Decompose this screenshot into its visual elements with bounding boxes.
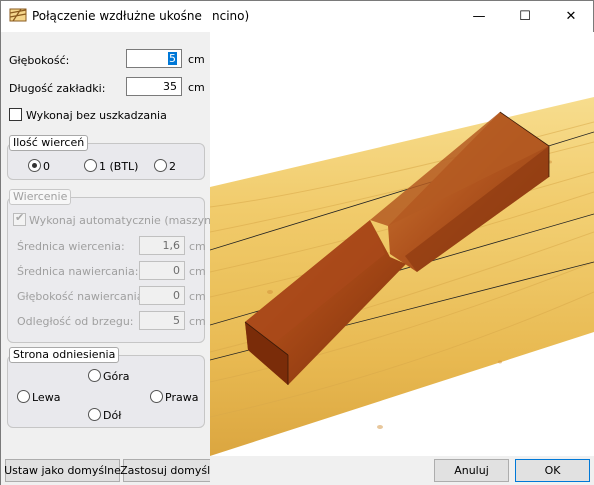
title-bar: Połączenie wzdłużne ukośne ncino) — ☐ ✕ bbox=[1, 1, 593, 32]
minimize-icon: — bbox=[472, 9, 486, 24]
close-button[interactable]: ✕ bbox=[548, 1, 594, 32]
reference-top-radio[interactable] bbox=[88, 369, 101, 382]
no-damage-label: Wykonaj bez uszkadzania bbox=[26, 109, 167, 122]
close-icon: ✕ bbox=[565, 9, 577, 24]
edge-distance-input[interactable]: 5 bbox=[139, 311, 185, 330]
parameters-panel: Głębokość: 5 cm Długość zakładki: 35 cm … bbox=[1, 32, 224, 485]
counterbore-depth-label: Głębokość nawiercania: bbox=[17, 290, 148, 303]
reference-right-radio[interactable] bbox=[150, 390, 163, 403]
drill-count-label-2: 2 bbox=[169, 160, 176, 173]
ok-button[interactable]: OK bbox=[515, 459, 590, 482]
no-damage-checkbox[interactable] bbox=[9, 108, 22, 121]
drill-count-radio-1[interactable] bbox=[84, 159, 97, 172]
drill-count-radio-0[interactable] bbox=[28, 159, 41, 172]
cancel-button[interactable]: Anuluj bbox=[434, 459, 509, 482]
depth-unit: cm bbox=[188, 53, 205, 66]
bottom-button-bar: Anuluj OK bbox=[210, 456, 594, 485]
drill-count-label-1: 1 (BTL) bbox=[99, 160, 139, 173]
depth-input[interactable]: 5 bbox=[126, 49, 182, 68]
drill-count-label-0: 0 bbox=[43, 160, 50, 173]
maximize-button[interactable]: ☐ bbox=[502, 1, 548, 32]
check-icon: ✔ bbox=[15, 211, 25, 224]
drill-count-title: Ilość wierceń bbox=[9, 135, 89, 151]
auto-drill-checkbox[interactable]: ✔ bbox=[13, 211, 26, 226]
maximize-icon: ☐ bbox=[519, 9, 531, 24]
reference-left-label: Lewa bbox=[32, 391, 61, 404]
window-title: Połączenie wzdłużne ukośne bbox=[32, 9, 202, 23]
drill-diameter-label: Średnica wiercenia: bbox=[17, 240, 125, 253]
apply-default-button[interactable]: Zastosuj domyślne bbox=[120, 459, 224, 482]
counterbore-depth-unit: cm bbox=[189, 290, 206, 303]
window-title-tail: ncino) bbox=[212, 9, 250, 23]
reference-top-label: Góra bbox=[103, 370, 130, 383]
lap-length-label: Długość zakładki: bbox=[9, 82, 106, 95]
depth-label: Głębokość: bbox=[9, 54, 70, 67]
lap-length-input[interactable]: 35 bbox=[126, 77, 182, 96]
timber-joint-preview bbox=[210, 97, 594, 456]
dialog-window: Połączenie wzdłużne ukośne ncino) — ☐ ✕ … bbox=[0, 0, 594, 485]
lap-length-unit: cm bbox=[188, 81, 205, 94]
drill-diameter-input[interactable]: 1,6 bbox=[139, 236, 185, 255]
app-icon bbox=[9, 8, 27, 22]
edge-distance-label: Odległość od brzegu: bbox=[17, 315, 134, 328]
preview-3d-viewport[interactable] bbox=[210, 32, 594, 456]
set-default-button[interactable]: Ustaw jako domyślne bbox=[4, 459, 121, 482]
counterbore-diameter-label: Średnica nawiercania: bbox=[17, 265, 139, 278]
reference-left-radio[interactable] bbox=[17, 390, 30, 403]
minimize-button[interactable]: — bbox=[456, 1, 502, 32]
reference-side-title: Strona odniesienia bbox=[9, 347, 120, 363]
edge-distance-unit: cm bbox=[189, 315, 206, 328]
counterbore-depth-input[interactable]: 0 bbox=[139, 286, 185, 305]
reference-right-label: Prawa bbox=[165, 391, 199, 404]
reference-bottom-label: Dół bbox=[103, 409, 122, 422]
auto-drill-label: Wykonaj automatycznie (maszyna) bbox=[29, 214, 223, 227]
drill-count-radio-2[interactable] bbox=[154, 159, 167, 172]
drill-diameter-unit: cm bbox=[189, 240, 206, 253]
counterbore-diameter-input[interactable]: 0 bbox=[139, 261, 185, 280]
drilling-title: Wiercenie bbox=[9, 189, 72, 205]
counterbore-diameter-unit: cm bbox=[189, 265, 206, 278]
reference-bottom-radio[interactable] bbox=[88, 408, 101, 421]
